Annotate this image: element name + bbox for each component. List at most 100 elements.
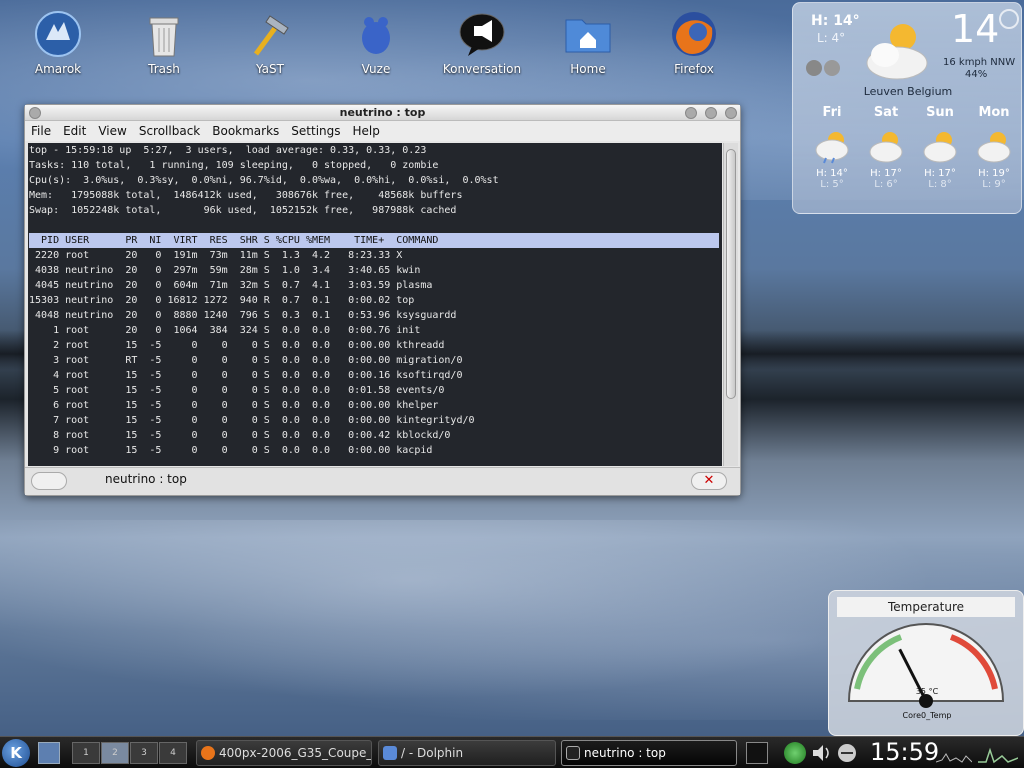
- k-menu-button[interactable]: K: [2, 739, 30, 767]
- firefox-icon: [201, 746, 215, 760]
- forecast-day-name: Mon: [978, 105, 1010, 120]
- desktop-icon-amarok[interactable]: Amarok: [13, 8, 103, 76]
- process-row: 5 root 15 -5 0 0 0 S 0.0 0.0 0:01.58 eve…: [29, 385, 445, 396]
- pager-desktop-1[interactable]: 1: [72, 742, 100, 764]
- terminal-tab-label: neutrino : top: [105, 472, 187, 486]
- top-summary-line: top - 15:59:18 up 5:27, 3 users, load av…: [29, 145, 427, 156]
- close-tab-button[interactable]: ✕: [691, 472, 727, 490]
- maximize-button[interactable]: [705, 107, 717, 119]
- speech-bubble-icon: [456, 8, 508, 60]
- process-row: 1 root 20 0 1064 384 324 S 0.0 0.0 0:00.…: [29, 325, 421, 336]
- home-folder-icon: [562, 8, 614, 60]
- menu-settings[interactable]: Settings: [291, 124, 340, 138]
- network-monitor-icon[interactable]: [978, 742, 1019, 764]
- menu-view[interactable]: View: [98, 124, 126, 138]
- konsole-window[interactable]: neutrino : top File Edit View Scrollback…: [24, 104, 741, 496]
- task-konsole[interactable]: neutrino : top: [561, 740, 737, 766]
- sensor-name: Core0_Temp: [902, 711, 952, 720]
- desktop-icon-yast[interactable]: YaST: [225, 8, 315, 76]
- weather-widget[interactable]: H: 14° L: 4° 14 16 kmph NNW 44% Leuven B…: [792, 2, 1022, 214]
- satellite-icon[interactable]: [805, 59, 841, 81]
- process-row: 8 root 15 -5 0 0 0 S 0.0 0.0 0:00.42 kbl…: [29, 430, 451, 441]
- process-row: 9 root 15 -5 0 0 0 S 0.0 0.0 0:00.00 kac…: [29, 445, 433, 456]
- desktop-icon-trash[interactable]: Trash: [119, 8, 209, 76]
- weather-current-temp: 14: [951, 7, 1000, 51]
- pager-desktop-4[interactable]: 4: [159, 742, 187, 764]
- forecast-day-name: Sat: [873, 105, 899, 120]
- process-row: 4038 neutrino 20 0 297m 59m 28m S 1.0 3.…: [29, 265, 421, 276]
- forecast-low: L: 5°: [820, 179, 844, 190]
- task-label: 400px-2006_G35_Coupe_: [219, 746, 372, 760]
- show-desktop-icon[interactable]: [38, 742, 60, 764]
- desktop-icon-vuze[interactable]: Vuze: [331, 8, 421, 76]
- task-firefox[interactable]: 400px-2006_G35_Coupe_: [196, 740, 372, 766]
- top-summary-line: Mem: 1795088k total, 1486412k used, 3086…: [29, 190, 463, 201]
- desktop-icon-label: Konversation: [442, 62, 522, 76]
- process-row: 4048 neutrino 20 0 8880 1240 796 S 0.3 0…: [29, 310, 457, 321]
- forecast-high: H: 17°: [924, 168, 956, 179]
- forecast-day: Mon H: 19° L: 9°: [969, 105, 1019, 190]
- process-row: 3 root RT -5 0 0 0 S 0.0 0.0 0:00.00 mig…: [29, 355, 463, 366]
- volume-icon[interactable]: [810, 742, 832, 764]
- top-summary-line: Cpu(s): 3.0%us, 0.3%sy, 0.0%ni, 96.7%id,…: [29, 175, 499, 186]
- terminal-icon: [566, 746, 580, 760]
- menu-help[interactable]: Help: [353, 124, 380, 138]
- hammer-icon: [244, 8, 296, 60]
- forecast-high: H: 19°: [978, 168, 1010, 179]
- desktop-icon-label: Trash: [148, 62, 180, 76]
- desktop-icon-konversation[interactable]: Konversation: [437, 8, 527, 76]
- scrollbar-thumb[interactable]: [726, 149, 736, 399]
- desktop-icon-firefox[interactable]: Firefox: [649, 8, 739, 76]
- weather-high: H: 14°: [811, 13, 860, 29]
- partly-cloudy-icon: [969, 128, 1019, 164]
- partly-cloudy-icon: [861, 128, 911, 164]
- temperature-widget[interactable]: Temperature 35 °C Core0_Temp: [828, 590, 1024, 736]
- temperature-title: Temperature: [837, 597, 1015, 617]
- cpu-monitor-icon[interactable]: [935, 742, 973, 764]
- dolphin-icon: [383, 746, 397, 760]
- terminal-tab[interactable]: neutrino : top: [81, 470, 231, 490]
- forecast-day: Sun H: 17° L: 8°: [915, 105, 965, 190]
- menu-bookmarks[interactable]: Bookmarks: [212, 124, 279, 138]
- desktop-icon-label: Firefox: [674, 62, 714, 76]
- process-table-header: PID USER PR NI VIRT RES SHR S %CPU %MEM …: [29, 233, 719, 248]
- refresh-icon[interactable]: [999, 9, 1019, 29]
- konsole-launcher-icon[interactable]: [746, 742, 768, 764]
- top-summary-line: Swap: 1052248k total, 96k used, 1052152k…: [29, 205, 457, 216]
- process-row: 15303 neutrino 20 0 16812 1272 940 R 0.7…: [29, 295, 415, 306]
- desktop-icon-label: Amarok: [34, 62, 82, 76]
- weather-wind: 16 kmph NNW: [943, 57, 1016, 68]
- forecast-high: H: 14°: [816, 168, 848, 179]
- new-tab-button[interactable]: [31, 472, 67, 490]
- update-applet-icon[interactable]: [784, 742, 806, 764]
- process-row: 6 root 15 -5 0 0 0 S 0.0 0.0 0:00.00 khe…: [29, 400, 439, 411]
- minimize-button[interactable]: [685, 107, 697, 119]
- window-titlebar[interactable]: neutrino : top: [25, 105, 740, 121]
- forecast-row: Fri H: 14° L: 5° Sat H: 17° L: 6° Sun H:…: [807, 105, 1019, 190]
- tab-bar: neutrino : top ✕: [25, 467, 740, 495]
- desktop-icon-home[interactable]: Home: [543, 8, 633, 76]
- partly-cloudy-icon: [863, 17, 933, 87]
- pager-desktop-3[interactable]: 3: [130, 742, 158, 764]
- forecast-day-name: Sun: [926, 105, 954, 120]
- desktop-icon-label: YaST: [256, 62, 284, 76]
- pager-desktop-2[interactable]: 2: [101, 742, 129, 764]
- firefox-icon: [668, 8, 720, 60]
- forecast-day: Fri H: 14° L: 5°: [807, 105, 857, 190]
- menu-edit[interactable]: Edit: [63, 124, 86, 138]
- frog-icon: [350, 8, 402, 60]
- network-icon[interactable]: [836, 742, 858, 764]
- desktop-icon-label: Vuze: [361, 62, 391, 76]
- menu-file[interactable]: File: [31, 124, 51, 138]
- terminal-output[interactable]: top - 15:59:18 up 5:27, 3 users, load av…: [28, 143, 722, 466]
- task-dolphin[interactable]: / - Dolphin: [378, 740, 556, 766]
- terminal-text: top - 15:59:18 up 5:27, 3 users, load av…: [29, 143, 719, 458]
- process-row: 4045 neutrino 20 0 604m 71m 32m S 0.7 4.…: [29, 280, 433, 291]
- menu-scrollback[interactable]: Scrollback: [139, 124, 200, 138]
- process-row: 2 root 15 -5 0 0 0 S 0.0 0.0 0:00.00 kth…: [29, 340, 445, 351]
- close-button[interactable]: [725, 107, 737, 119]
- forecast-day: Sat H: 17° L: 6°: [861, 105, 911, 190]
- task-label: / - Dolphin: [401, 746, 464, 760]
- vertical-scrollbar[interactable]: [723, 143, 738, 466]
- clock[interactable]: 15:59: [870, 738, 939, 766]
